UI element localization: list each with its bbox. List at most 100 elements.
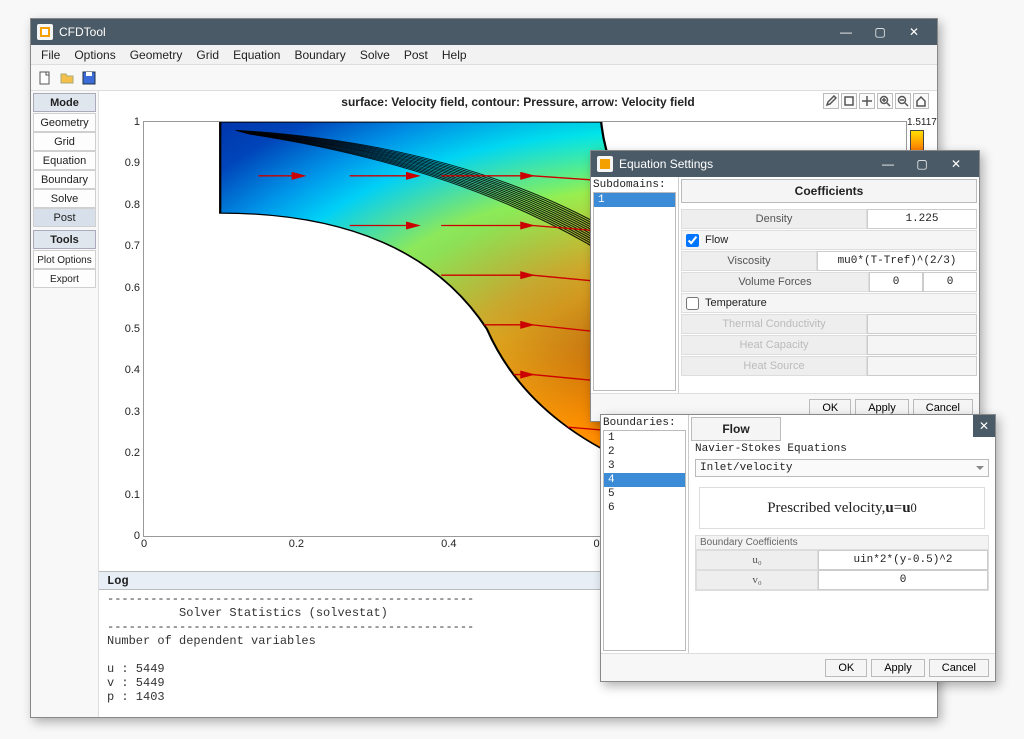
menu-options[interactable]: Options [68,47,121,63]
edit-icon[interactable] [823,93,839,109]
subdomain-pane: Subdomains: 1 [591,177,679,393]
subdomain-list[interactable]: 1 [593,192,676,391]
coefficients-tab[interactable]: Coefficients [681,179,977,203]
tool-plot-options-button[interactable]: Plot Options [33,250,96,269]
xtick: 0 [141,536,147,550]
menu-post[interactable]: Post [398,47,434,63]
ytick: 1 [134,116,144,128]
app-icon [597,156,613,172]
maximize-button[interactable]: ▢ [863,19,897,45]
temperature-group[interactable]: Temperature [681,293,977,313]
new-file-icon[interactable] [37,70,53,86]
v0-label: v₀ [696,570,818,590]
subdomains-label: Subdomains: [593,179,676,191]
minimize-button[interactable]: — [829,19,863,45]
toolbar [31,65,937,91]
flow-tab[interactable]: Flow [691,417,781,441]
close-button[interactable]: ✕ [897,19,931,45]
thermal-conductivity-label: Thermal Conductivity [681,314,867,334]
mode-equation-button[interactable]: Equation [33,151,96,170]
ytick: 0.9 [125,157,144,169]
heat-capacity-input [867,335,977,355]
bn-ok-button[interactable]: OK [825,659,867,677]
zoom-in-icon[interactable] [877,93,893,109]
flow-group[interactable]: Flow [681,230,977,250]
heat-source-input [867,356,977,376]
list-item[interactable]: 4 [604,473,685,487]
mode-sidebar: Mode GeometryGridEquationBoundarySolvePo… [31,91,99,717]
open-file-icon[interactable] [59,70,75,86]
menu-solve[interactable]: Solve [354,47,396,63]
bc-header: Boundary Coefficients [696,536,988,550]
list-item[interactable]: 6 [604,501,685,515]
bn-cancel-button[interactable]: Cancel [929,659,989,677]
bc-type-select[interactable]: Inlet/velocity [695,459,989,477]
mode-geometry-button[interactable]: Geometry [33,113,96,132]
boundary-coefficients-section: Boundary Coefficients u₀ uin*2*(y-0.5)^2… [695,535,989,591]
equation-settings-dialog: Equation Settings — ▢ ✕ Subdomains: 1 Co… [590,150,980,422]
list-item[interactable]: 2 [604,445,685,459]
plot-title: surface: Velocity field, contour: Pressu… [99,91,937,109]
zoom-out-icon[interactable] [895,93,911,109]
list-item[interactable]: 1 [594,193,675,207]
flow-label: Flow [705,234,728,246]
ytick: 0.2 [125,447,144,459]
v0-input[interactable]: 0 [818,570,988,590]
menu-file[interactable]: File [35,47,66,63]
mode-grid-button[interactable]: Grid [33,132,96,151]
eq-maximize-button[interactable]: ▢ [905,151,939,177]
save-file-icon[interactable] [81,70,97,86]
list-item[interactable]: 1 [604,431,685,445]
u0-label: u₀ [696,550,818,570]
mode-header: Mode [33,93,96,112]
mode-boundary-button[interactable]: Boundary [33,170,96,189]
pan-icon[interactable] [859,93,875,109]
viscosity-input[interactable]: mu0*(T-Tref)^(2/3) [817,251,977,271]
menu-geometry[interactable]: Geometry [124,47,189,63]
tool-export-button[interactable]: Export [33,269,96,288]
select-icon[interactable] [841,93,857,109]
mode-post-button[interactable]: Post [33,208,96,227]
eq-title: Equation Settings [619,157,713,171]
heat-source-label: Heat Source [681,356,867,376]
menubar: FileOptionsGeometryGridEquationBoundaryS… [31,45,937,65]
xtick: 0.4 [441,536,456,550]
eq-minimize-button[interactable]: — [871,151,905,177]
boundaries-label: Boundaries: [603,417,686,429]
xtick: 0.2 [289,536,304,550]
mode-solve-button[interactable]: Solve [33,189,96,208]
bc-formula: Prescribed velocity, u = u0 [699,487,985,529]
main-title: CFDTool [59,25,106,39]
density-input[interactable]: 1.225 [867,209,977,229]
list-item[interactable]: 3 [604,459,685,473]
menu-grid[interactable]: Grid [190,47,225,63]
menu-equation[interactable]: Equation [227,47,286,63]
temperature-label: Temperature [705,297,767,309]
volume-force-y-input[interactable]: 0 [923,272,977,292]
coefficients-pane: Coefficients Density 1.225 Flow Viscosit… [679,177,979,393]
ytick: 0.5 [125,323,144,335]
menu-help[interactable]: Help [436,47,473,63]
bn-dialog-footer: OK Apply Cancel [601,653,995,681]
menu-boundary[interactable]: Boundary [288,47,351,63]
home-icon[interactable] [913,93,929,109]
list-item[interactable]: 5 [604,487,685,501]
plot-tool-icons [823,93,929,109]
flow-checkbox[interactable] [686,234,699,247]
equation-name: Navier-Stokes Equations [691,441,993,457]
u0-input[interactable]: uin*2*(y-0.5)^2 [818,550,988,570]
boundary-settings-dialog: ✕ Boundaries: 123456 Flow Navier-Stokes … [600,414,996,682]
density-label: Density [681,209,867,229]
temperature-checkbox[interactable] [686,297,699,310]
eq-titlebar[interactable]: Equation Settings — ▢ ✕ [591,151,979,177]
app-icon [37,24,53,40]
volume-force-x-input[interactable]: 0 [869,272,923,292]
boundary-list[interactable]: 123456 [603,430,686,651]
main-titlebar[interactable]: CFDTool — ▢ ✕ [31,19,937,45]
boundary-coef-pane: Flow Navier-Stokes Equations Inlet/veloc… [689,415,995,653]
eq-close-button[interactable]: ✕ [939,151,973,177]
heat-capacity-label: Heat Capacity [681,335,867,355]
ytick: 0.6 [125,282,144,294]
bn-apply-button[interactable]: Apply [871,659,925,677]
bn-close-button[interactable]: ✕ [973,415,995,437]
